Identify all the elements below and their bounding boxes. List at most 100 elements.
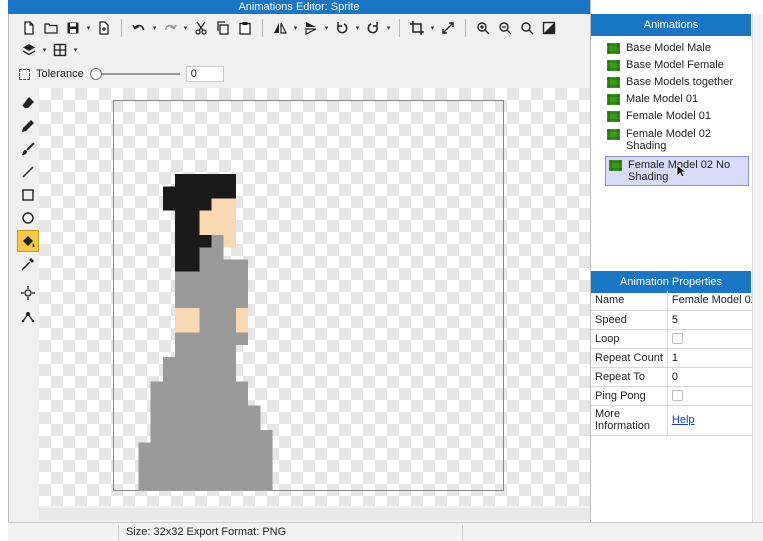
sprite-pixel-dress — [150, 430, 273, 455]
grid-dropdown[interactable]: ▾ — [72, 40, 79, 60]
sprite-image[interactable] — [114, 101, 504, 491]
horizontal-scrollbar[interactable] — [39, 508, 591, 520]
selection-marquee-icon[interactable] — [19, 68, 30, 80]
fill-bucket-icon[interactable] — [17, 230, 39, 252]
animation-item-label: Female Model 02 No Shading — [628, 159, 731, 183]
film-strip-icon — [607, 60, 620, 71]
property-value — [667, 386, 761, 406]
toolbar-divider — [399, 19, 400, 37]
flip-horizontal-icon[interactable] — [270, 18, 290, 38]
property-value — [667, 329, 761, 349]
film-strip-icon — [607, 129, 620, 140]
brush-icon[interactable] — [17, 138, 39, 160]
drawing-canvas[interactable] — [39, 88, 591, 506]
zoom-fit-icon[interactable] — [517, 18, 537, 38]
slider-thumb[interactable] — [89, 68, 102, 80]
mouse-cursor-icon — [676, 164, 686, 178]
animation-item[interactable]: Base Model Female — [607, 59, 751, 71]
copy-icon[interactable] — [213, 18, 233, 38]
sprite-pixel-skin — [199, 210, 212, 236]
rotate-left-dropdown[interactable]: ▾ — [354, 18, 361, 38]
flip-vertical-dropdown[interactable]: ▾ — [323, 18, 330, 38]
tolerance-input[interactable]: 0 — [185, 66, 224, 82]
tolerance-label: Tolerance — [36, 68, 84, 80]
grid-icon[interactable] — [50, 40, 70, 60]
sprite-pixel-dress — [211, 235, 224, 248]
animation-item[interactable]: Male Model 01 — [607, 93, 751, 105]
save-dropdown[interactable]: ▾ — [85, 18, 92, 38]
rectangle-icon[interactable] — [17, 184, 39, 206]
origin-point-icon[interactable] — [17, 282, 39, 304]
sprite-pixel-dress — [199, 247, 212, 272]
sprite-pixel-dress — [199, 308, 236, 333]
animation-item[interactable]: Female Model 01 — [607, 110, 751, 122]
eyedropper-icon[interactable] — [17, 253, 39, 275]
new-icon[interactable] — [19, 18, 39, 38]
animations-panel-header: Animations — [591, 14, 751, 36]
animation-item-label: Base Model Female — [626, 59, 724, 71]
main-toolbar: ▾ ▾ ▾ ▾ ▾ ▾ ▾ ▾ — [9, 16, 559, 40]
save-icon[interactable] — [63, 18, 83, 38]
sprite-pixel-skin — [174, 308, 200, 333]
zoom-out-icon[interactable] — [495, 18, 515, 38]
sprite-pixel-hair — [174, 198, 200, 272]
animations-list: Base Model Male Base Model Female Base M… — [591, 36, 751, 266]
open-icon[interactable] — [41, 18, 61, 38]
resize-icon[interactable] — [438, 18, 458, 38]
property-name: Name — [591, 291, 668, 311]
redo-icon[interactable] — [160, 18, 180, 38]
animation-item-label: Female Model 02 Shading — [626, 128, 711, 152]
help-link[interactable]: Help — [672, 414, 695, 426]
film-strip-icon — [607, 111, 620, 122]
zoom-in-icon[interactable] — [473, 18, 493, 38]
actual-size-icon[interactable] — [539, 18, 559, 38]
window-title: Animations Editor: Sprite — [8, 0, 590, 14]
export-icon[interactable] — [94, 18, 114, 38]
flip-vertical-icon[interactable] — [301, 18, 321, 38]
sprite-pixel-dress — [162, 356, 236, 382]
status-divider — [462, 525, 463, 540]
property-row: Repeat Count 1 — [591, 348, 761, 368]
right-edge-scrollbar[interactable] — [752, 14, 763, 522]
property-row: Repeat To 0 — [591, 367, 761, 387]
layers-icon[interactable] — [19, 40, 39, 60]
animation-item[interactable]: Female Model 02 Shading — [607, 128, 751, 152]
property-row: Loop — [591, 329, 761, 349]
ping-pong-checkbox[interactable] — [671, 390, 683, 402]
properties-panel-header: Animation Properties — [591, 271, 751, 293]
close-icon[interactable]: ✕ — [732, 0, 746, 14]
rotate-left-icon[interactable] — [332, 18, 352, 38]
rotate-right-icon[interactable] — [363, 18, 383, 38]
sprite-pixel-dress — [150, 454, 273, 491]
redo-dropdown[interactable]: ▾ — [182, 18, 189, 38]
status-bar: Size: 32x32 Export Format: PNG — [8, 522, 763, 541]
property-value[interactable]: 1 — [667, 348, 761, 368]
flip-horizontal-dropdown[interactable]: ▾ — [292, 18, 299, 38]
animation-item[interactable]: Base Model Male — [607, 42, 751, 54]
action-point-icon[interactable] — [17, 305, 39, 327]
sprite-pixel-dress — [211, 247, 224, 272]
loop-checkbox[interactable] — [671, 333, 683, 345]
film-strip-icon — [607, 77, 620, 88]
layers-dropdown[interactable]: ▾ — [41, 40, 48, 60]
crop-dropdown[interactable]: ▾ — [429, 18, 436, 38]
undo-dropdown[interactable]: ▾ — [151, 18, 158, 38]
secondary-toolbar: ▾ ▾ — [9, 38, 79, 62]
property-value[interactable]: 0 — [667, 367, 761, 387]
line-icon[interactable] — [17, 161, 39, 183]
eraser-icon[interactable] — [17, 92, 39, 114]
tolerance-slider[interactable] — [89, 68, 180, 80]
cut-icon[interactable] — [191, 18, 211, 38]
animation-item[interactable]: Base Models together — [607, 76, 751, 88]
property-value[interactable]: 5 — [667, 310, 761, 330]
ellipse-icon[interactable] — [17, 207, 39, 229]
pencil-icon[interactable] — [17, 115, 39, 137]
animation-item-label: Base Models together — [626, 76, 734, 88]
crop-icon[interactable] — [407, 18, 427, 38]
film-strip-icon — [607, 94, 620, 105]
property-value[interactable]: Female Model 02 — [667, 291, 761, 311]
rotate-right-dropdown[interactable]: ▾ — [385, 18, 392, 38]
tolerance-row: Tolerance 0 — [19, 64, 224, 84]
paste-icon[interactable] — [235, 18, 255, 38]
undo-icon[interactable] — [129, 18, 149, 38]
